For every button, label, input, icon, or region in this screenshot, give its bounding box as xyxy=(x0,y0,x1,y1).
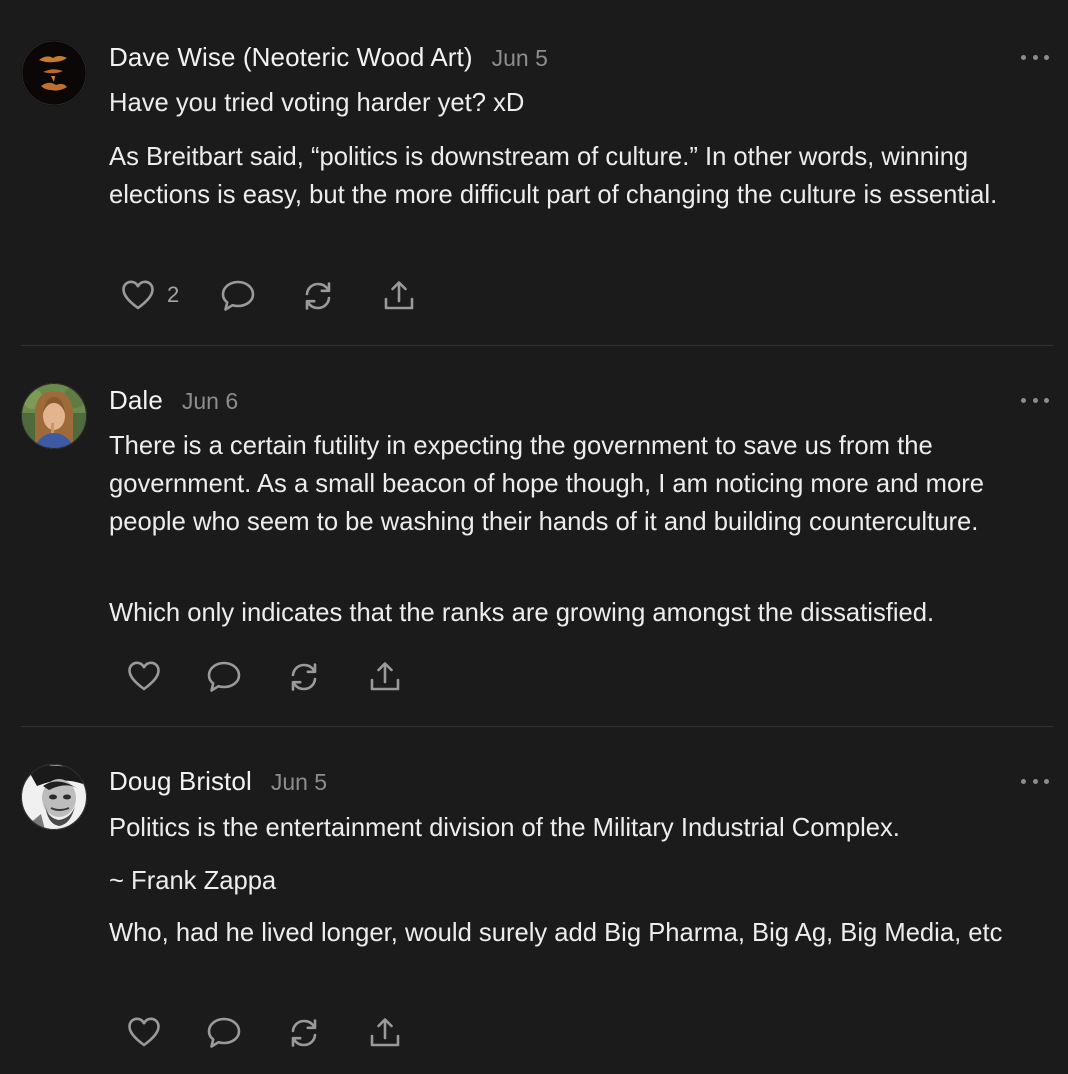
comment-paragraph: Which only indicates that the ranks are … xyxy=(109,599,935,627)
heart-icon xyxy=(121,279,155,311)
speech-bubble-icon xyxy=(220,279,256,313)
like-count: 2 xyxy=(167,282,180,307)
heart-icon xyxy=(127,1016,161,1048)
refresh-arrows-icon xyxy=(287,1016,321,1050)
avatar[interactable] xyxy=(21,383,87,449)
comment-date[interactable]: Jun 5 xyxy=(492,45,548,72)
avatar[interactable] xyxy=(21,764,87,830)
like-button[interactable] xyxy=(127,660,173,692)
speech-bubble-icon xyxy=(206,1016,242,1050)
restack-button[interactable] xyxy=(287,1016,321,1050)
refresh-arrows-icon xyxy=(287,660,321,694)
author-name[interactable]: Dave Wise (Neoteric Wood Art) xyxy=(109,42,473,73)
divider xyxy=(21,726,1054,727)
comment-date[interactable]: Jun 5 xyxy=(271,769,327,796)
share-upload-icon xyxy=(368,660,402,694)
more-options-icon[interactable] xyxy=(1021,775,1049,787)
author-name[interactable]: Dale xyxy=(109,385,163,416)
speech-bubble-icon xyxy=(206,660,242,694)
share-button[interactable] xyxy=(368,1016,402,1050)
divider xyxy=(21,345,1054,346)
more-options-icon[interactable] xyxy=(1021,394,1049,406)
reply-button[interactable] xyxy=(206,660,242,694)
avatar[interactable] xyxy=(21,40,87,106)
comment-paragraph: There is a certain futility in expecting… xyxy=(109,432,984,536)
restack-button[interactable] xyxy=(301,279,335,313)
heart-icon xyxy=(127,660,161,692)
reply-button[interactable] xyxy=(206,1016,242,1050)
comment-paragraph: As Breitbart said, “politics is downstre… xyxy=(109,143,998,209)
reply-button[interactable] xyxy=(220,279,256,313)
comment-paragraph: Have you tried voting harder yet? xD xyxy=(109,89,525,117)
share-upload-icon xyxy=(368,1016,402,1050)
share-upload-icon xyxy=(382,279,416,313)
more-options-icon[interactable] xyxy=(1021,51,1049,63)
comment-paragraph: Politics is the entertainment division o… xyxy=(109,814,900,842)
like-button[interactable]: 2 xyxy=(121,279,179,311)
comment-paragraph: ~ Frank Zappa xyxy=(109,867,277,895)
comment-date[interactable]: Jun 6 xyxy=(182,388,238,415)
share-button[interactable] xyxy=(382,279,416,313)
author-name[interactable]: Doug Bristol xyxy=(109,766,252,797)
share-button[interactable] xyxy=(368,660,402,694)
refresh-arrows-icon xyxy=(301,279,335,313)
comment-paragraph: Who, had he lived longer, would surely a… xyxy=(109,919,1003,947)
restack-button[interactable] xyxy=(287,660,321,694)
like-button[interactable] xyxy=(127,1016,173,1048)
